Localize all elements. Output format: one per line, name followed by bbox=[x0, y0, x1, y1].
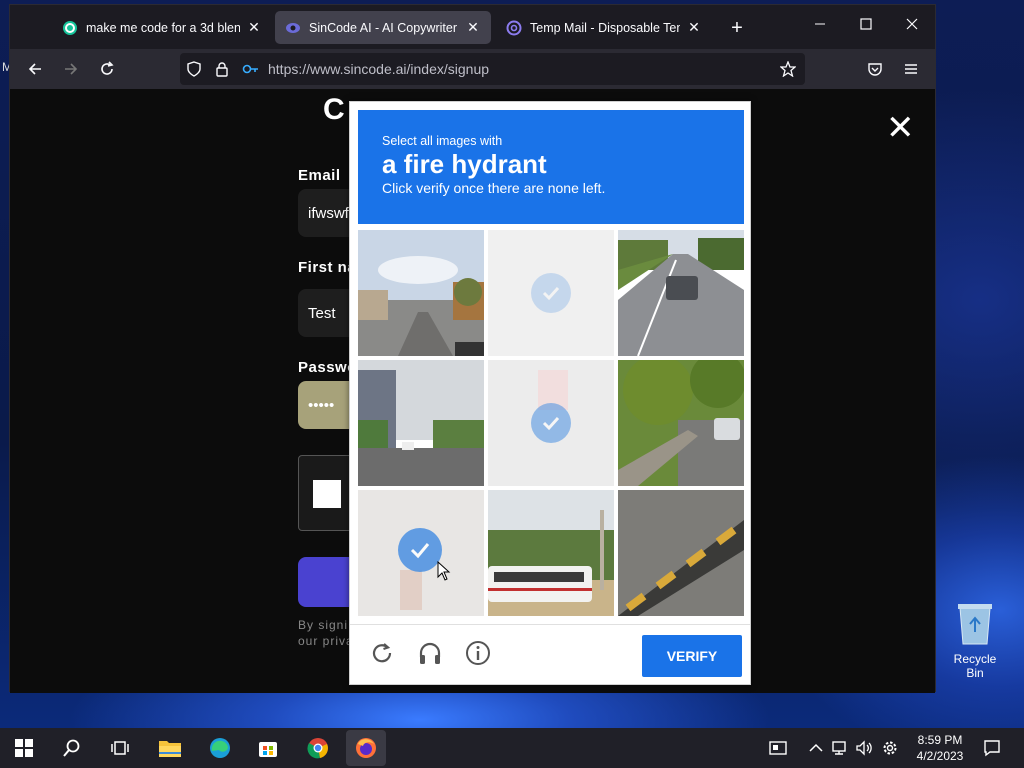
store-icon[interactable] bbox=[254, 734, 282, 762]
lock-icon[interactable] bbox=[214, 61, 230, 77]
taskbar: 8:59 PM 4/2/2023 bbox=[0, 728, 1024, 768]
close-tab-icon[interactable]: ✕ bbox=[246, 19, 262, 36]
terms-line: By signi bbox=[298, 618, 349, 632]
challenge-instruction: Select all images with bbox=[382, 134, 503, 148]
new-tab-button[interactable]: + bbox=[726, 18, 748, 38]
checkmark-icon bbox=[531, 403, 571, 443]
close-tab-icon[interactable]: ✕ bbox=[465, 19, 481, 36]
tab-temp-mail[interactable]: Temp Mail - Disposable Tempor ✕ bbox=[496, 11, 712, 44]
news-icon[interactable] bbox=[764, 734, 792, 762]
url-text: https://www.sincode.ai/index/signup bbox=[268, 61, 490, 77]
sincode-eye-icon bbox=[285, 20, 301, 36]
page-title: C bbox=[323, 93, 345, 126]
tab-title: Temp Mail - Disposable Tempor bbox=[530, 20, 680, 35]
captcha-tile[interactable] bbox=[488, 230, 614, 356]
clock-time: 8:59 PM bbox=[917, 733, 963, 747]
key-icon[interactable] bbox=[242, 61, 258, 77]
menu-icon[interactable] bbox=[898, 57, 924, 81]
close-tab-icon[interactable]: ✕ bbox=[686, 19, 702, 36]
info-icon[interactable] bbox=[464, 639, 492, 667]
task-view-icon[interactable] bbox=[106, 734, 134, 762]
terms-text: By signi our priva bbox=[298, 617, 354, 649]
recycle-bin-label: Recycle Bin bbox=[953, 652, 997, 680]
tab-blender-code[interactable]: make me code for a 3d blender ✕ bbox=[52, 11, 272, 44]
minimize-icon[interactable] bbox=[800, 17, 840, 33]
mouse-cursor-icon bbox=[437, 560, 451, 586]
checkmark-icon bbox=[398, 528, 442, 572]
captcha-challenge: Select all images with a fire hydrant Cl… bbox=[349, 101, 751, 685]
recycle-bin[interactable]: Recycle Bin bbox=[944, 602, 1006, 680]
verify-button[interactable]: VERIFY bbox=[642, 635, 742, 677]
navigation-bar: https://www.sincode.ai/index/signup bbox=[10, 49, 935, 89]
settings-gear-icon[interactable] bbox=[876, 734, 904, 762]
challenge-header: Select all images with a fire hydrant Cl… bbox=[358, 110, 744, 224]
challenge-footer: VERIFY bbox=[350, 624, 750, 686]
at-sign-icon bbox=[506, 20, 522, 36]
grammarly-g-icon bbox=[62, 20, 78, 36]
close-modal-icon[interactable]: ✕ bbox=[886, 111, 915, 145]
challenge-target: a fire hydrant bbox=[382, 149, 547, 179]
captcha-tile[interactable] bbox=[618, 490, 744, 616]
search-icon[interactable] bbox=[58, 734, 86, 762]
file-explorer-icon[interactable] bbox=[156, 734, 184, 762]
audio-icon[interactable] bbox=[416, 639, 444, 667]
reload-icon[interactable] bbox=[94, 57, 120, 81]
pocket-icon[interactable] bbox=[862, 57, 888, 81]
edge-icon[interactable] bbox=[206, 734, 234, 762]
tab-bar: make me code for a 3d blender ✕ SinCode … bbox=[10, 5, 935, 49]
captcha-tile[interactable] bbox=[488, 360, 614, 486]
terms-line: our priva bbox=[298, 634, 354, 648]
captcha-tile[interactable] bbox=[358, 490, 484, 616]
clock-date: 4/2/2023 bbox=[916, 749, 964, 763]
back-icon[interactable] bbox=[22, 57, 48, 81]
checkmark-icon bbox=[531, 273, 571, 313]
captcha-tile[interactable] bbox=[358, 360, 484, 486]
forward-icon[interactable] bbox=[58, 57, 84, 81]
recycle-bin-icon bbox=[956, 602, 994, 646]
maximize-icon[interactable] bbox=[846, 17, 886, 33]
clock[interactable]: 8:59 PM 4/2/2023 bbox=[912, 732, 968, 764]
captcha-tile[interactable] bbox=[618, 230, 744, 356]
captcha-tile[interactable] bbox=[358, 230, 484, 356]
captcha-checkbox[interactable] bbox=[313, 480, 341, 508]
firefox-icon[interactable] bbox=[346, 730, 386, 766]
captcha-tile[interactable] bbox=[618, 360, 744, 486]
chrome-icon[interactable] bbox=[304, 734, 332, 762]
address-bar[interactable]: https://www.sincode.ai/index/signup bbox=[180, 53, 805, 85]
tab-title: make me code for a 3d blender bbox=[86, 20, 240, 35]
shield-icon[interactable] bbox=[186, 61, 202, 77]
bookmark-star-icon[interactable] bbox=[779, 60, 797, 78]
tab-title: SinCode AI - AI Copywriter bbox=[309, 20, 457, 35]
captcha-tile[interactable] bbox=[488, 490, 614, 616]
close-window-icon[interactable] bbox=[892, 17, 932, 33]
reload-icon[interactable] bbox=[368, 639, 396, 667]
start-icon[interactable] bbox=[10, 734, 38, 762]
notifications-icon[interactable] bbox=[978, 734, 1006, 762]
email-label: Email bbox=[298, 167, 341, 184]
tab-sincode[interactable]: SinCode AI - AI Copywriter ✕ bbox=[275, 11, 491, 44]
first-name-label: First na bbox=[298, 259, 357, 276]
volume-icon[interactable] bbox=[850, 734, 878, 762]
challenge-hint: Click verify once there are none left. bbox=[382, 180, 606, 196]
